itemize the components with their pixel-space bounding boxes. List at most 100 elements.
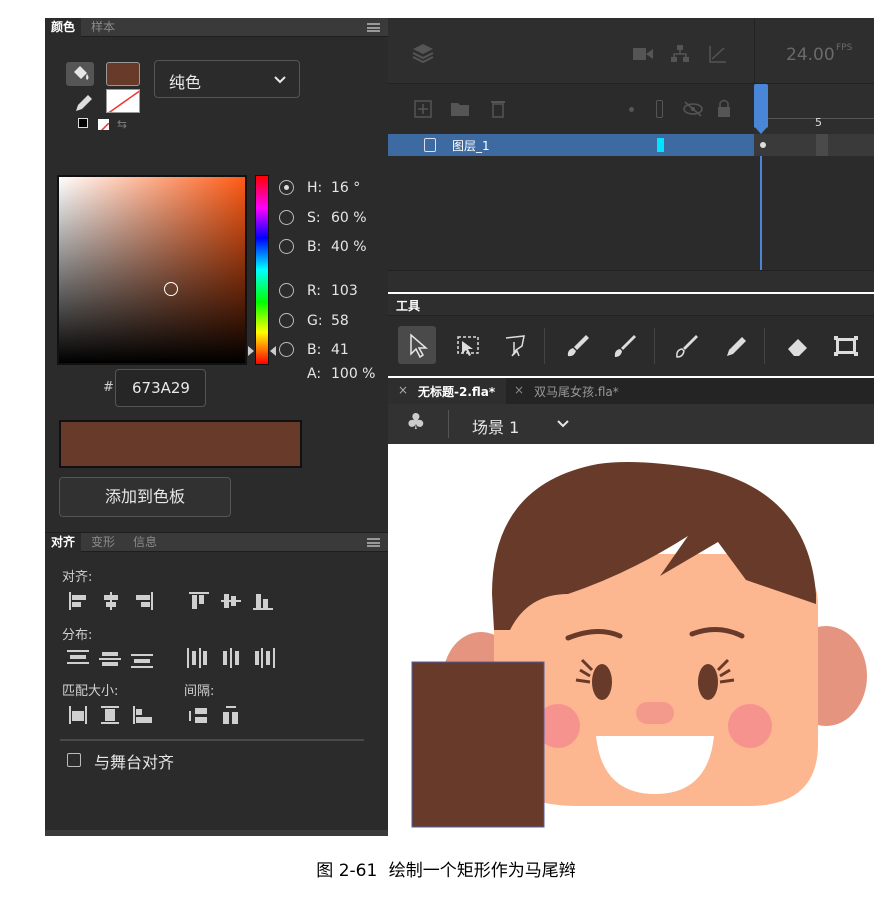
frame-cell[interactable] — [816, 134, 828, 156]
chevron-down-icon[interactable] — [556, 419, 570, 429]
blue-value[interactable]: 41 — [331, 342, 349, 358]
match-width-icon[interactable] — [69, 706, 87, 724]
align-bottom-icon[interactable] — [253, 592, 273, 610]
pencil-tool-icon[interactable] — [722, 332, 750, 360]
nose[interactable] — [636, 702, 674, 724]
tab-transform[interactable]: 变形 — [85, 533, 121, 552]
radio-hue[interactable] — [279, 180, 294, 195]
document-tab[interactable]: × 双马尾女孩.fla* — [506, 378, 632, 404]
hue-value[interactable]: 16 ° — [331, 180, 360, 196]
new-layer-icon[interactable] — [414, 100, 432, 118]
pencil-icon[interactable] — [73, 92, 95, 118]
panel-menu-icon[interactable] — [367, 538, 380, 547]
radio-saturation[interactable] — [279, 210, 294, 225]
saturation-value[interactable]: 60 % — [331, 210, 367, 226]
brush-tool-icon[interactable] — [610, 332, 638, 360]
swap-colors-icon[interactable]: ⇆ — [117, 117, 127, 131]
right-eye[interactable] — [698, 664, 718, 700]
alpha-value[interactable]: 100 % — [331, 366, 375, 382]
saturation-label: S: — [307, 210, 321, 226]
layer-row[interactable]: 图层_1 — [388, 134, 754, 156]
hex-input[interactable]: 673A29 — [115, 369, 206, 407]
radio-green[interactable] — [279, 313, 294, 328]
fluid-brush-tool-icon[interactable] — [672, 332, 700, 360]
hue-slider-right-handle[interactable] — [270, 346, 276, 356]
layers-icon[interactable] — [412, 42, 434, 64]
frame-ruler[interactable]: 5 — [754, 84, 874, 134]
tab-swatches[interactable]: 样本 — [85, 18, 121, 37]
color-picker-cursor[interactable] — [164, 282, 178, 296]
distribute-right-icon[interactable] — [253, 648, 275, 668]
free-transform-tool-icon[interactable] — [454, 332, 482, 360]
panel-menu-icon[interactable] — [367, 23, 380, 32]
right-cheek[interactable] — [728, 704, 772, 748]
match-height-icon[interactable] — [101, 706, 119, 724]
default-colors-icon[interactable] — [78, 118, 88, 128]
close-icon[interactable]: × — [398, 383, 408, 397]
lasso-tool-icon[interactable] — [502, 332, 530, 360]
delete-layer-icon[interactable] — [490, 99, 506, 118]
distribute-left-icon[interactable] — [187, 648, 209, 668]
brightness-value[interactable]: 40 % — [331, 239, 367, 255]
align-left-icon[interactable] — [69, 592, 89, 610]
hue-slider[interactable] — [255, 175, 269, 365]
fill-type-dropdown[interactable]: 纯色 — [154, 60, 300, 98]
paint-brush-tool-icon[interactable] — [564, 332, 592, 360]
outline-icon[interactable] — [656, 100, 663, 118]
selection-tool-button[interactable] — [398, 326, 436, 364]
symbol-icon[interactable]: ♣ — [406, 410, 426, 435]
eye-hidden-icon[interactable] — [682, 100, 704, 118]
close-icon[interactable]: × — [514, 383, 524, 397]
space-horizontal-icon[interactable] — [221, 704, 241, 724]
align-panel-tabbar: 对齐 变形 信息 — [45, 532, 388, 552]
lock-icon[interactable] — [716, 98, 732, 118]
hue-slider-left-handle[interactable] — [248, 346, 254, 356]
eraser-tool-icon[interactable] — [784, 332, 812, 360]
ponytail-rectangle[interactable] — [411, 661, 545, 828]
match-width-height-icon[interactable] — [133, 706, 153, 724]
distribute-vertical-center-icon[interactable] — [99, 650, 121, 668]
blue-label: B: — [307, 342, 322, 358]
scene-name[interactable]: 场景 1 — [472, 414, 519, 438]
fill-color-swatch[interactable] — [106, 62, 140, 86]
align-vertical-center-icon[interactable] — [221, 592, 241, 610]
graph-icon[interactable] — [708, 44, 728, 64]
radio-red[interactable] — [279, 283, 294, 298]
camera-icon[interactable] — [632, 46, 654, 62]
tab-align[interactable]: 对齐 — [45, 533, 82, 552]
new-folder-icon[interactable] — [450, 101, 470, 117]
distribute-top-icon[interactable] — [67, 650, 89, 668]
layer-color-indicator[interactable] — [657, 138, 664, 152]
fill-bucket-button[interactable] — [66, 62, 94, 86]
document-tab-active[interactable]: × 无标题-2.fla* — [388, 378, 506, 404]
document-tabbar: × 无标题-2.fla* × 双马尾女孩.fla* — [388, 378, 874, 404]
stage-canvas[interactable] — [388, 444, 874, 840]
no-color-icon — [108, 90, 139, 112]
add-to-swatches-button[interactable]: 添加到色板 — [59, 477, 231, 517]
keyframe-marker[interactable] — [760, 142, 766, 148]
frame-row[interactable] — [754, 134, 874, 156]
green-value[interactable]: 58 — [331, 313, 349, 329]
left-eye[interactable] — [592, 664, 612, 700]
hierarchy-icon[interactable] — [670, 44, 690, 64]
distribute-bottom-icon[interactable] — [131, 650, 153, 668]
fps-value[interactable]: 24.00 — [786, 45, 835, 65]
tab-color[interactable]: 颜色 — [45, 18, 82, 37]
playhead[interactable] — [754, 84, 768, 128]
distribute-horizontal-center-icon[interactable] — [221, 648, 243, 668]
rectangle-tool-icon[interactable] — [832, 332, 860, 360]
align-horizontal-center-icon[interactable] — [101, 592, 121, 610]
tab-info[interactable]: 信息 — [127, 533, 163, 552]
space-vertical-icon[interactable] — [187, 706, 207, 724]
saturation-brightness-field[interactable] — [57, 175, 247, 365]
align-top-icon[interactable] — [189, 592, 209, 610]
dot-icon[interactable] — [629, 107, 634, 112]
radio-brightness[interactable] — [279, 239, 294, 254]
layer-name[interactable]: 图层_1 — [452, 137, 490, 154]
align-right-icon[interactable] — [133, 592, 153, 610]
align-to-stage-checkbox[interactable] — [67, 753, 81, 767]
no-color-button[interactable] — [98, 119, 109, 130]
red-value[interactable]: 103 — [331, 283, 358, 299]
radio-blue[interactable] — [279, 342, 294, 357]
stroke-color-swatch[interactable] — [106, 89, 140, 113]
